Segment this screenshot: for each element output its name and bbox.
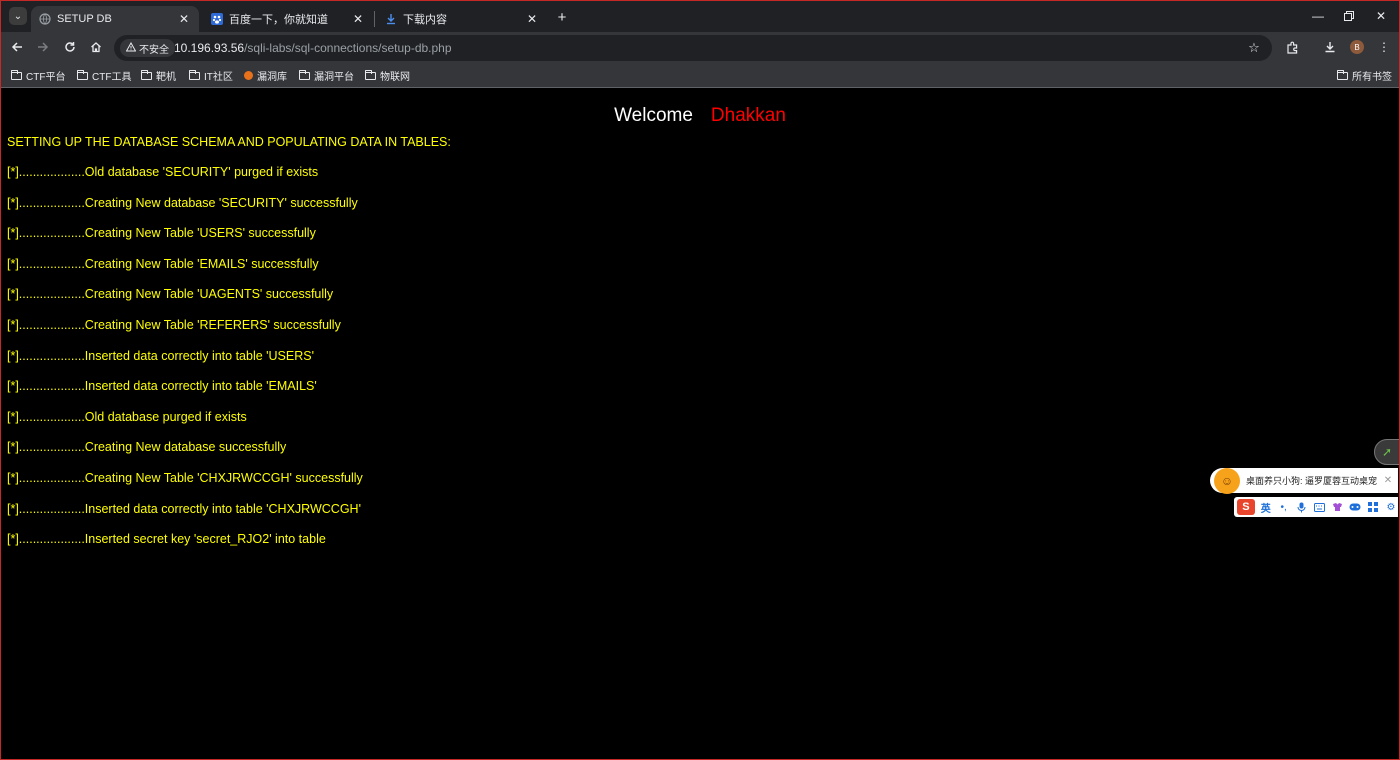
globe-icon — [39, 13, 51, 25]
log-line: [*]...................Creating New datab… — [7, 440, 287, 455]
bookmark-it-community[interactable]: IT社区 — [189, 68, 233, 83]
bookmark-label: 漏洞库 — [257, 72, 287, 83]
tab-setup-db[interactable]: SETUP DB ✕ — [31, 6, 199, 32]
bookmark-label: 物联网 — [380, 72, 410, 83]
tab-separator — [374, 11, 375, 27]
downloads-icon[interactable] — [1322, 39, 1338, 55]
tab-baidu[interactable]: 百度一下，你就知道 ✕ — [203, 6, 373, 32]
welcome-text: Welcome — [614, 105, 693, 126]
tab-strip: ⌄ SETUP DB ✕ 百度一下，你就知道 ✕ 下载内容 ✕ + — ✕ — [1, 1, 1399, 32]
setup-log: SETTING UP THE DATABASE SCHEMA AND POPUL… — [7, 133, 451, 561]
forward-icon[interactable] — [35, 39, 51, 55]
new-tab-icon[interactable]: + — [554, 9, 570, 26]
close-window-icon[interactable]: ✕ — [1373, 8, 1389, 24]
tab-title: SETUP DB — [57, 13, 112, 25]
tab-title: 下载内容 — [403, 14, 447, 26]
url-path: /sqli-labs/sql-connections/setup-db.php — [244, 41, 452, 55]
chevron-down-icon: ⌄ — [13, 10, 23, 22]
site-icon — [244, 71, 253, 80]
security-label: 不安全 — [139, 44, 169, 56]
log-line: [*]...................Inserted secret ke… — [7, 532, 326, 547]
tab-close-icon[interactable]: ✕ — [177, 12, 191, 26]
url-host: 10.196.93.56 — [174, 41, 245, 55]
bookmark-label: IT社区 — [204, 72, 233, 83]
folder-icon — [299, 69, 310, 80]
bookmark-label: CTF工具 — [92, 72, 132, 83]
ime-toolbar[interactable]: S 英 •, ⚙ — [1234, 497, 1398, 517]
microphone-icon[interactable] — [1295, 500, 1309, 514]
reload-icon[interactable] — [62, 39, 78, 55]
log-line: [*]...................Creating New Table… — [7, 226, 316, 241]
restore-icon[interactable] — [1341, 8, 1357, 24]
punctuation-icon[interactable]: •, — [1277, 500, 1291, 514]
pet-sun-icon: ☺ — [1214, 467, 1240, 494]
all-bookmarks[interactable]: 所有书签 — [1337, 68, 1392, 83]
bookmarks-bar: CTF平台 CTF工具 靶机 IT社区 漏洞库 漏洞平台 物联网 所有书签 — [1, 63, 1399, 88]
log-line: [*]...................Old database 'SECU… — [7, 165, 319, 179]
browser-toolbar: 不安全 10.196.93.56/sqli-labs/sql-connectio… — [1, 32, 1399, 63]
bookmark-label: 靶机 — [156, 72, 176, 83]
side-float-ball[interactable]: ➚ — [1374, 439, 1400, 465]
close-icon[interactable]: ✕ — [1382, 475, 1394, 486]
warning-icon — [125, 41, 137, 55]
baidu-icon — [211, 13, 223, 25]
log-line: [*]...................Inserted data corr… — [7, 348, 314, 363]
ime-lang-toggle[interactable]: 英 — [1259, 500, 1273, 515]
skin-icon[interactable] — [1330, 500, 1344, 514]
keyboard-icon[interactable] — [1313, 500, 1327, 514]
bookmark-ctf-tools[interactable]: CTF工具 — [77, 68, 131, 83]
folder-icon — [77, 69, 88, 80]
bookmark-vuln-platform[interactable]: 漏洞平台 — [299, 68, 354, 83]
tab-downloads[interactable]: 下载内容 ✕ — [377, 6, 547, 32]
tab-close-icon[interactable]: ✕ — [525, 12, 539, 26]
folder-icon — [1337, 69, 1348, 80]
tab-title: 百度一下，你就知道 — [229, 14, 328, 26]
minimize-icon[interactable]: — — [1310, 8, 1326, 24]
home-icon[interactable] — [88, 39, 104, 55]
folder-icon — [189, 69, 200, 80]
address-bar[interactable]: 不安全 10.196.93.56/sqli-labs/sql-connectio… — [114, 35, 1272, 61]
leaf-icon: ➚ — [1381, 445, 1393, 459]
download-icon — [385, 13, 397, 25]
tab-close-icon[interactable]: ✕ — [351, 12, 365, 26]
bookmark-iot[interactable]: 物联网 — [365, 68, 410, 83]
log-line: [*]...................Creating New datab… — [7, 195, 358, 210]
folder-icon — [11, 69, 22, 80]
settings-gear-icon[interactable]: ⚙ — [1384, 500, 1398, 514]
log-line: [*]...................Old database purge… — [7, 409, 247, 424]
bookmark-ctf-platform[interactable]: CTF平台 — [11, 68, 65, 83]
log-line: [*]...................Creating New Table… — [7, 256, 319, 271]
extensions-icon[interactable] — [1284, 39, 1300, 55]
log-line: [*]...................Creating New Table… — [7, 470, 363, 485]
log-line: [*]...................Inserted data corr… — [7, 501, 361, 516]
log-line: [*]...................Creating New Table… — [7, 317, 341, 332]
grid-menu-icon[interactable] — [1366, 500, 1380, 514]
bookmark-label: 所有书签 — [1352, 72, 1392, 83]
desktop-pet-bubble[interactable]: ☺ 桌面养只小狗: 逼罗厦蓉互动桌宠 ✕ — [1210, 467, 1398, 494]
bookmark-targets[interactable]: 靶机 — [141, 68, 176, 83]
profile-avatar[interactable]: B — [1350, 40, 1364, 54]
welcome-banner: Welcome Dhakkan — [1, 105, 1399, 127]
page-content: Welcome Dhakkan SETTING UP THE DATABASE S… — [1, 89, 1399, 759]
bookmark-vuln-db[interactable]: 漏洞库 — [244, 68, 287, 83]
tab-search-button[interactable]: ⌄ — [9, 7, 27, 25]
sogou-logo-icon[interactable]: S — [1237, 499, 1255, 515]
pet-text: 桌面养只小狗: 逼罗厦蓉互动桌宠 — [1246, 476, 1378, 486]
log-line: [*]...................Creating New Table… — [7, 287, 334, 302]
bookmark-label: 漏洞平台 — [314, 72, 354, 83]
bookmark-star-icon[interactable]: ☆ — [1246, 40, 1262, 56]
user-name: Dhakkan — [710, 105, 786, 126]
bookmark-label: CTF平台 — [26, 72, 66, 83]
setup-heading: SETTING UP THE DATABASE SCHEMA AND POPUL… — [7, 135, 451, 149]
log-line: [*]...................Inserted data corr… — [7, 379, 317, 394]
back-icon[interactable] — [9, 39, 25, 55]
menu-kebab-icon[interactable]: ⋮ — [1376, 39, 1392, 55]
folder-icon — [365, 69, 376, 80]
gamepad-icon[interactable] — [1348, 500, 1362, 514]
security-chip[interactable]: 不安全 — [120, 39, 175, 57]
folder-icon — [141, 69, 152, 80]
url-text[interactable]: 10.196.93.56/sqli-labs/sql-connections/s… — [174, 41, 452, 55]
